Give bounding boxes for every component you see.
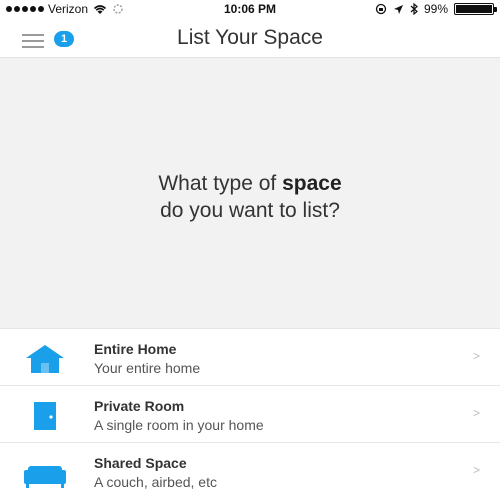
option-shared-space[interactable]: Shared Space A couch, airbed, etc > <box>0 442 500 499</box>
status-bar: Verizon 10:06 PM 99% <box>0 0 500 18</box>
prompt-after: do you want to list? <box>160 199 340 222</box>
option-entire-home[interactable]: Entire Home Your entire home > <box>0 328 500 385</box>
nav-bar: 1 List Your Space <box>0 18 500 58</box>
chevron-right-icon: > <box>472 349 480 363</box>
option-subtitle: A single room in your home <box>94 417 264 433</box>
orientation-lock-icon <box>375 3 387 15</box>
option-title: Shared Space <box>94 455 187 471</box>
chevron-right-icon: > <box>472 406 480 420</box>
location-icon <box>393 4 403 14</box>
option-title: Entire Home <box>94 341 177 357</box>
battery-percent: 99% <box>423 2 448 16</box>
chevron-right-icon: > <box>472 463 480 477</box>
prompt-text: What type of space do you want to list? <box>0 170 500 224</box>
bluetooth-icon <box>410 3 418 15</box>
prompt-emphasis: space <box>282 172 342 195</box>
option-subtitle: A couch, airbed, etc <box>94 474 217 490</box>
couch-icon <box>24 466 66 488</box>
status-right: 99% <box>375 2 497 16</box>
option-subtitle: Your entire home <box>94 360 201 376</box>
battery-icon <box>454 3 497 15</box>
door-icon <box>34 402 56 430</box>
house-icon <box>26 345 64 373</box>
space-type-list: Entire Home Your entire home > Private R… <box>0 328 500 499</box>
prompt-before: What type of <box>158 172 283 195</box>
option-private-room[interactable]: Private Room A single room in your home … <box>0 385 500 442</box>
page-title: List Your Space <box>177 26 323 49</box>
prompt-area: What type of space do you want to list? <box>0 58 500 328</box>
option-title: Private Room <box>94 398 185 414</box>
